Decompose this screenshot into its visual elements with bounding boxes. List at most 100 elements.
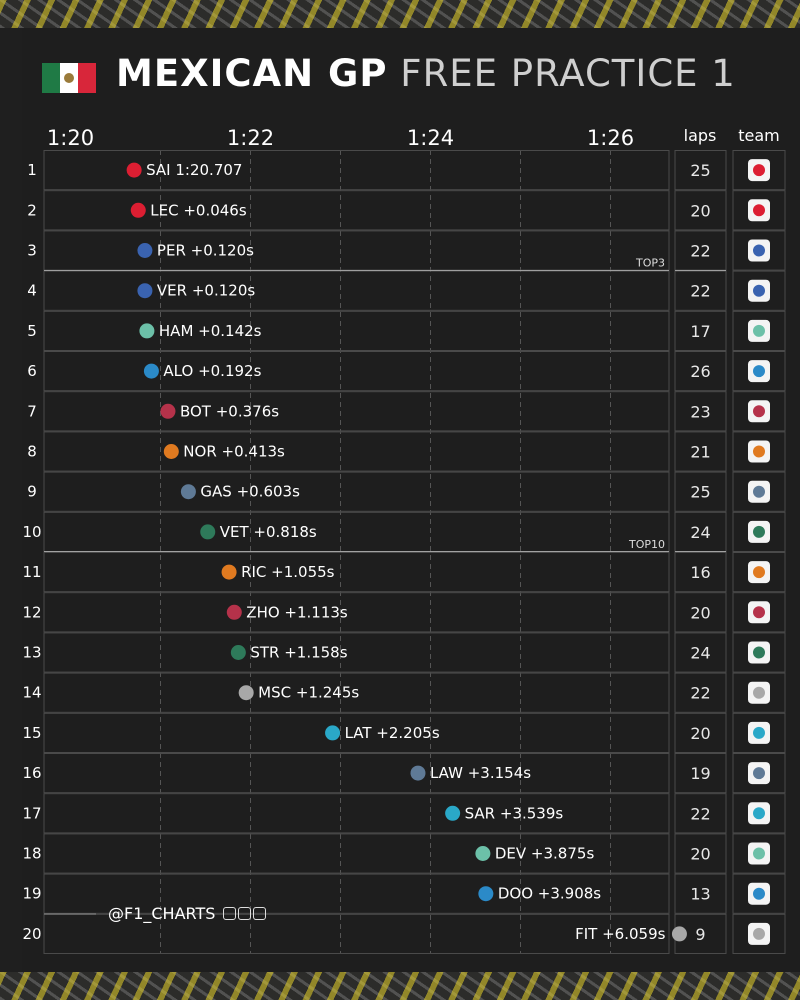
driver-dot [221,564,237,580]
driver-label: VER +0.120s [157,282,255,300]
team-badge-mark [753,204,765,217]
driver-dot [410,765,426,781]
laps-value: 21 [690,443,710,462]
position-number: 17 [22,804,41,822]
laps-value: 24 [690,644,710,663]
laps-value: 9 [695,925,705,944]
row-box [43,552,670,593]
asphalt-band-bottom [0,972,800,1000]
laps-value: 20 [690,845,710,864]
position-number: 3 [27,242,37,260]
driver-dot [143,363,159,379]
driver-label: HAM +0.142s [159,322,262,340]
laps-value: 22 [690,282,710,301]
laps-value: 16 [690,563,710,582]
team-logo-icon [748,480,770,503]
team-badge-mark [753,405,765,418]
team-logo-icon [748,641,770,664]
row-box [43,632,670,673]
row-box [43,471,670,512]
credit-text: @F1_CHARTS [108,904,216,923]
team-logo-icon [748,681,770,704]
driver-label: PER +0.120s [157,242,254,260]
driver-label: MSC +1.245s [258,684,359,702]
facebook-icon [252,907,266,920]
driver-dot [163,444,179,459]
row-box [43,793,670,834]
driver-dot [325,725,341,741]
driver-label: LAW +3.154s [430,764,531,782]
team-logo-icon [748,882,770,905]
team-badge-mark [753,164,765,177]
timing-chart: 1 SAI 1:20.707 25 2 LEC +0.046s 20 3 PER +0.120… [22,126,786,954]
row-box [43,310,670,351]
driver-dot [671,926,687,942]
laps-column-header: laps [684,126,717,145]
position-number: 20 [22,925,41,943]
position-number: 7 [27,402,37,420]
driver-dot [137,243,153,258]
driver-label: LEC +0.046s [150,201,247,219]
laps-value: 25 [690,161,710,180]
team-column-header: team [738,126,780,145]
team-badge-mark [753,445,765,458]
team-badge-mark [753,847,765,860]
row-box [43,351,670,392]
driver-dot [200,524,216,540]
cutoff-label: TOP3 [635,257,665,270]
position-number: 12 [22,603,41,621]
position-number: 6 [27,362,37,380]
driver-label: ALO +0.192s [163,362,261,380]
position-number: 18 [22,845,41,863]
driver-label: GAS +0.603s [200,483,300,501]
position-number: 19 [22,885,41,903]
driver-label: NOR +0.413s [183,443,285,461]
laps-value: 17 [690,322,710,341]
team-logo-icon [748,239,770,262]
credit-handle: @F1_CHARTS [108,904,266,923]
team-badge-mark [753,807,765,820]
laps-value: 22 [690,804,710,823]
team-logo-icon [748,199,770,222]
twitter-icon [222,907,236,920]
team-badge-mark [753,646,765,659]
laps-value: 26 [690,362,710,381]
driver-dot [475,846,491,861]
driver-dot [126,162,142,178]
team-logo-icon [748,601,770,624]
driver-label: BOT +0.376s [180,402,279,420]
position-number: 14 [22,684,41,702]
position-number: 2 [27,201,37,219]
row-box [43,753,670,794]
team-logo-icon [748,762,770,785]
team-badge-mark [753,485,765,498]
team-logo-icon [748,802,770,825]
laps-value: 24 [690,523,710,542]
laps-value: 19 [690,764,710,783]
team-badge-mark [753,726,765,739]
position-number: 15 [22,724,41,742]
cutoff-label: TOP10 [628,538,665,551]
team-badge-mark [753,686,765,699]
laps-value: 22 [690,684,710,703]
position-number: 11 [22,563,41,581]
team-badge-mark [753,284,765,297]
position-number: 16 [22,764,41,782]
x-tick-label: 1:26 [587,126,634,150]
team-logo-icon [748,279,770,302]
driver-dot [130,202,146,218]
team-logo-icon [748,319,770,342]
team-logo-icon [748,440,770,463]
driver-label: FIT +6.059s [575,925,665,943]
laps-value: 25 [690,483,710,502]
driver-dot [478,886,494,902]
row-box [43,592,670,633]
driver-dot [445,805,461,821]
team-badge-mark [753,365,765,378]
driver-label: RIC +1.055s [241,563,335,581]
driver-label: STR +1.158s [250,644,347,662]
driver-label: LAT +2.205s [345,724,440,742]
row-box [43,391,670,432]
team-logo-icon [748,520,770,543]
driver-label: SAR +3.539s [465,804,564,822]
